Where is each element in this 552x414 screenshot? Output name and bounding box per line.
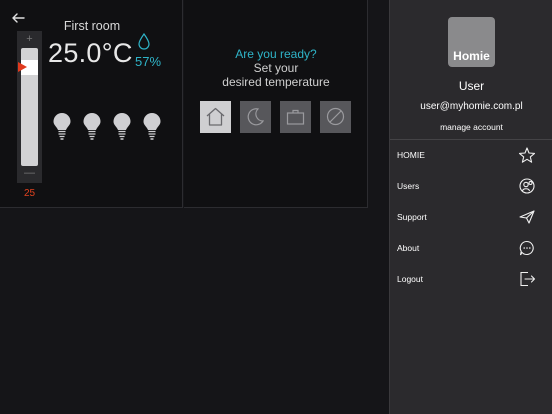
- main-area: First room 25.0°C 57% + — 25 Are you rea…: [0, 0, 389, 414]
- back-arrow-icon[interactable]: [10, 10, 26, 26]
- side-drawer: Homie User user@myhomie.com.pl manage ac…: [389, 0, 552, 414]
- temperature-reading: 25.0°C: [48, 38, 133, 68]
- mode-buttons: [200, 101, 352, 134]
- paper-plane-icon: [518, 208, 536, 226]
- menu-item-logout[interactable]: Logout: [390, 271, 552, 305]
- menu-item-label: Support: [397, 212, 427, 222]
- setpoint-marker-icon: [18, 62, 27, 72]
- home-icon: [206, 107, 225, 126]
- light-bulb-icon[interactable]: [112, 112, 132, 144]
- users-icon: [518, 177, 536, 195]
- room-panel: First room 25.0°C 57% + — 25: [0, 0, 183, 208]
- desired-temperature-text: desired temperature: [222, 75, 330, 89]
- briefcase-icon: [286, 109, 305, 125]
- light-bulbs: [52, 112, 167, 146]
- menu-divider: [390, 139, 552, 140]
- menu-item-label: Users: [397, 181, 420, 191]
- mode-button-home[interactable]: [200, 101, 231, 133]
- user-name: User: [458, 79, 485, 93]
- light-bulb-icon[interactable]: [82, 112, 102, 144]
- humidity-drop-icon: [137, 32, 151, 50]
- menu-item-label: HOMIE: [397, 150, 425, 160]
- moon-icon: [247, 108, 265, 126]
- mode-button-night[interactable]: [240, 101, 271, 133]
- setpoint-value: 25: [23, 188, 36, 199]
- menu-item-label: About: [397, 243, 420, 253]
- manage-account-link[interactable]: manage account: [390, 122, 552, 132]
- homie-logo: Homie: [448, 17, 495, 67]
- menu-item-label: Logout: [397, 274, 423, 284]
- humidity-reading: 57%: [135, 54, 162, 69]
- user-email: user@myhomie.com.pl: [420, 101, 523, 112]
- room-title: First room: [63, 19, 121, 33]
- chat-bubble-icon: [518, 239, 536, 257]
- light-bulb-icon[interactable]: [52, 112, 72, 144]
- mode-button-off[interactable]: [320, 101, 351, 133]
- disabled-icon: [326, 107, 345, 126]
- logout-icon: [518, 270, 536, 288]
- increase-button[interactable]: +: [17, 34, 42, 45]
- light-bulb-icon[interactable]: [142, 112, 162, 144]
- star-icon: [518, 146, 536, 164]
- temperature-slider[interactable]: + —: [17, 31, 42, 183]
- set-your-text: Set your: [253, 61, 299, 75]
- mode-button-work[interactable]: [280, 101, 311, 133]
- logo-text: Homie: [453, 49, 490, 63]
- decrease-button[interactable]: —: [17, 168, 42, 179]
- ready-prompt: Are you ready?: [235, 47, 317, 61]
